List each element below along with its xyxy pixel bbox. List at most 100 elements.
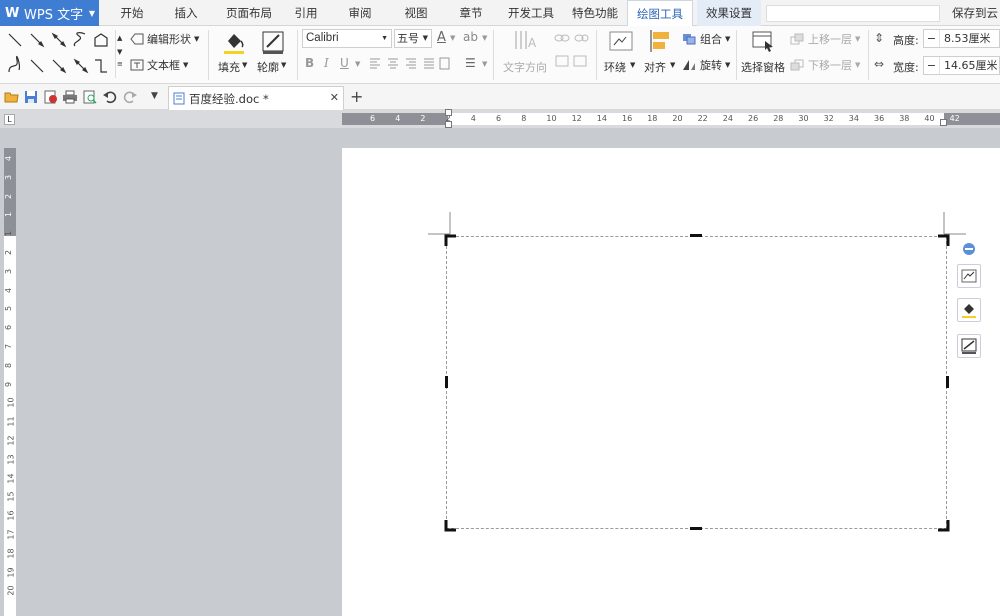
width-icon: ⇔ — [874, 57, 885, 71]
tab-insert[interactable]: 插入 — [162, 0, 210, 26]
app-menu-button[interactable]: W WPS 文字 ▼ — [0, 0, 99, 26]
ruler-number: 15 — [6, 491, 16, 502]
ruler-number: 12 — [571, 114, 582, 123]
send-backward-button[interactable]: 下移一层 ▼ — [790, 57, 860, 73]
fill-button[interactable]: 填充 ▼ — [216, 29, 252, 81]
chevron-down-icon: ▼ — [117, 48, 123, 56]
tab-page-layout[interactable]: 页面布局 — [218, 0, 280, 26]
tab-home[interactable]: 开始 — [108, 0, 156, 26]
canvas-selection-handles[interactable] — [440, 230, 954, 536]
doc-icon — [173, 92, 185, 105]
tab-developer[interactable]: 开发工具 — [501, 0, 561, 26]
tab-special-features[interactable]: 特色功能 — [565, 0, 625, 26]
ruler-number: 28 — [773, 114, 784, 123]
chevron-down-icon: ▼ — [670, 61, 676, 69]
decrease-width-button[interactable]: − — [924, 57, 940, 74]
tab-review[interactable]: 审阅 — [338, 0, 382, 26]
align-button[interactable]: 对齐 ▼ — [643, 29, 679, 81]
tab-drawing-tools[interactable]: 绘图工具 — [627, 0, 693, 27]
edit-shape-button[interactable]: 编辑形状 ▼ — [130, 31, 199, 47]
first-line-indent-handle[interactable] — [445, 109, 452, 116]
outline-label: 轮廓 — [257, 61, 279, 74]
customize-toolbar-icon[interactable]: ▼ — [151, 91, 158, 101]
undo-icon[interactable] — [102, 89, 118, 105]
layout-options-button[interactable] — [957, 264, 981, 288]
ruler-number: 36 — [874, 114, 885, 123]
chevron-down-icon: ▼ — [355, 60, 361, 68]
print-icon[interactable] — [62, 89, 78, 105]
close-icon[interactable]: ✕ — [330, 91, 339, 104]
outline-button[interactable]: 轮廓 ▼ — [255, 29, 293, 81]
save-to-cloud-button[interactable]: 保存到云 — [952, 0, 1000, 26]
bold-icon[interactable]: B — [305, 56, 314, 70]
search-input[interactable] — [766, 5, 940, 22]
rotate-button[interactable]: 旋转 ▼ — [682, 57, 730, 73]
tab-chapter[interactable]: 章节 — [449, 0, 493, 26]
tab-effect-settings[interactable]: 效果设置 — [697, 0, 761, 26]
ruler-number: 5 — [4, 306, 14, 312]
ribbon: ▲ ▼ ≡ 编辑形状 ▼ 文本框 ▼ 填充 ▼ 轮廓 ▼ Calibri ▼ 五… — [0, 26, 1000, 84]
document-tab[interactable]: 百度经验.doc * ✕ — [168, 86, 344, 110]
underline-icon[interactable]: U — [340, 56, 349, 70]
shape-outline-button[interactable] — [957, 334, 981, 358]
ruler-number: 10 — [6, 397, 16, 408]
ruler-number: 12 — [6, 435, 16, 446]
wrap-button[interactable]: 环绕 ▼ — [603, 29, 639, 81]
shapes-gallery[interactable] — [5, 30, 113, 80]
fill-label: 填充 — [218, 61, 240, 74]
group-button[interactable]: 组合 ▼ — [682, 31, 730, 47]
textbox-button[interactable]: 文本框 ▼ — [130, 57, 188, 73]
width-input[interactable]: − 14.65厘米 — [923, 56, 1000, 75]
vertical-ruler[interactable]: 4 3 2 1 1 2 3 4 5 6 7 8 9 10 11 12 13 14 15 16 17 18 19 20 — [4, 148, 16, 616]
chevron-down-icon: ▼ — [242, 61, 248, 69]
ruler-number: 19 — [6, 567, 16, 578]
ruler-number: 3 — [4, 174, 14, 180]
redo-icon[interactable] — [122, 89, 138, 105]
paragraph-align-icons[interactable] — [370, 57, 450, 71]
italic-icon[interactable]: I — [324, 56, 329, 70]
left-indent-handle[interactable] — [445, 121, 452, 128]
group-icon — [683, 34, 696, 45]
highlight-icon[interactable]: ab — [463, 30, 478, 44]
horizontal-ruler[interactable]: 6 4 2 2 4 6 8 10 12 14 16 18 20 22 24 26 28 30 32 34 36 38 40 4… — [342, 109, 1000, 128]
textbox-icon — [130, 59, 144, 71]
ruler-number: 10 — [546, 114, 557, 123]
width-value: 14.65厘米 — [944, 59, 998, 72]
chevron-down-icon: ▼ — [482, 34, 488, 42]
shape-fill-button[interactable] — [957, 298, 981, 322]
text-link-icons[interactable] — [553, 32, 589, 76]
tab-stop-selector-icon[interactable]: L — [4, 114, 15, 125]
text-direction-button[interactable]: A 文字方向 — [503, 29, 549, 81]
font-size-select[interactable]: 五号 ▼ — [394, 29, 432, 48]
collapse-icon[interactable] — [962, 242, 976, 256]
chevron-down-icon: ▼ — [855, 61, 861, 69]
tab-view[interactable]: 视图 — [394, 0, 438, 26]
tab-references[interactable]: 引用 — [284, 0, 328, 26]
chevron-down-icon: ▼ — [194, 35, 200, 43]
wrap-label: 环绕 — [604, 61, 626, 74]
font-name-select[interactable]: Calibri ▼ — [302, 29, 392, 48]
decrease-height-button[interactable]: − — [924, 30, 940, 47]
bring-forward-button[interactable]: 上移一层 ▼ — [790, 31, 860, 47]
svg-text:A: A — [528, 36, 537, 50]
font-color-icon[interactable]: A — [437, 30, 446, 45]
export-pdf-icon[interactable] — [43, 89, 59, 105]
ruler-number: 20 — [6, 585, 16, 596]
new-tab-button[interactable]: + — [350, 87, 363, 106]
chevron-down-icon: ▼ — [725, 61, 731, 69]
ruler-number: 18 — [6, 548, 16, 559]
print-preview-icon[interactable] — [82, 89, 98, 105]
open-folder-icon[interactable] — [4, 89, 20, 105]
right-indent-handle[interactable] — [940, 119, 947, 126]
ruler-number: 13 — [6, 454, 16, 465]
selection-pane-button[interactable]: 选择窗格 — [740, 29, 786, 81]
chevron-down-icon: ▼ — [88, 9, 95, 18]
ruler-number: 16 — [6, 510, 16, 521]
line-spacing-icon[interactable]: ☰ — [465, 56, 476, 70]
ruler-number: 20 — [672, 114, 683, 123]
ruler-number: 18 — [647, 114, 658, 123]
shapes-scroll[interactable]: ▲ ▼ ≡ — [115, 30, 124, 78]
height-input[interactable]: − 8.53厘米 — [923, 29, 1000, 48]
ruler-number: 22 — [697, 114, 708, 123]
save-icon[interactable] — [23, 89, 39, 105]
